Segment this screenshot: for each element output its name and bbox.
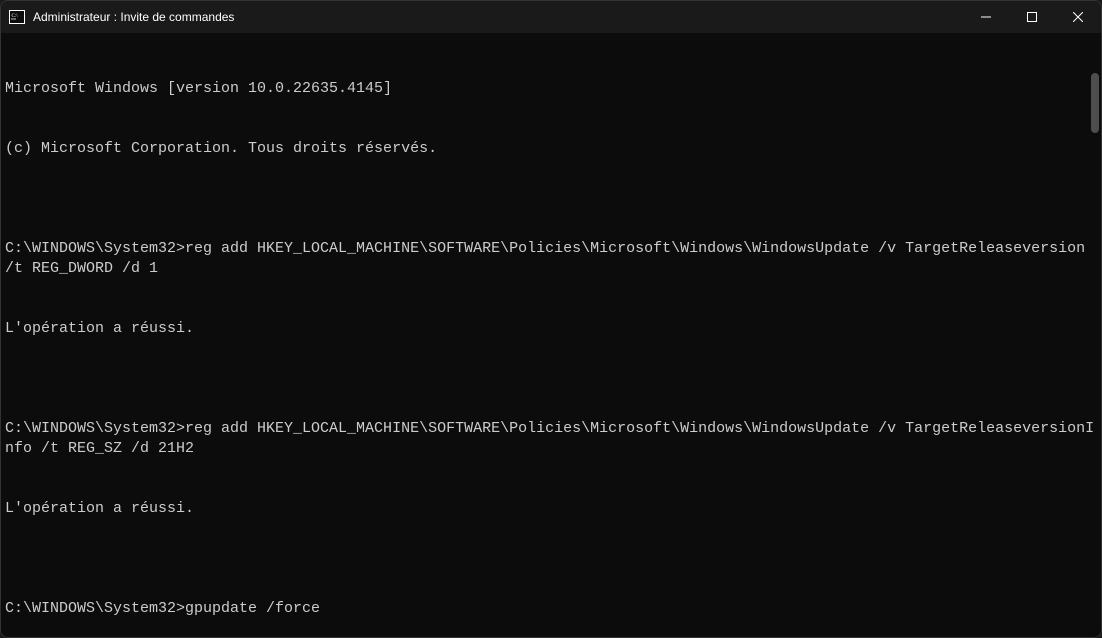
titlebar-controls bbox=[963, 1, 1101, 33]
terminal-line: L'opération a réussi. bbox=[5, 319, 1097, 339]
titlebar[interactable]: C:\ Administrateur : Invite de commandes bbox=[1, 1, 1101, 33]
terminal-line: C:\WINDOWS\System32>reg add HKEY_LOCAL_M… bbox=[5, 419, 1097, 459]
cmd-icon: C:\ bbox=[9, 9, 25, 25]
close-button[interactable] bbox=[1055, 1, 1101, 33]
command-prompt-window: C:\ Administrateur : Invite de commandes bbox=[0, 0, 1102, 638]
terminal-line: (c) Microsoft Corporation. Tous droits r… bbox=[5, 139, 1097, 159]
titlebar-left: C:\ Administrateur : Invite de commandes bbox=[9, 9, 234, 25]
window-title: Administrateur : Invite de commandes bbox=[33, 10, 234, 24]
terminal-line: L'opération a réussi. bbox=[5, 499, 1097, 519]
terminal-line: C:\WINDOWS\System32>reg add HKEY_LOCAL_M… bbox=[5, 239, 1097, 279]
maximize-button[interactable] bbox=[1009, 1, 1055, 33]
svg-text:C:\: C:\ bbox=[12, 14, 19, 19]
terminal-body[interactable]: Microsoft Windows [version 10.0.22635.41… bbox=[1, 33, 1101, 637]
scrollbar-thumb[interactable] bbox=[1091, 73, 1099, 133]
terminal-line: Microsoft Windows [version 10.0.22635.41… bbox=[5, 79, 1097, 99]
terminal-content: Microsoft Windows [version 10.0.22635.41… bbox=[5, 39, 1097, 637]
minimize-button[interactable] bbox=[963, 1, 1009, 33]
terminal-line: C:\WINDOWS\System32>gpupdate /force bbox=[5, 599, 1097, 619]
